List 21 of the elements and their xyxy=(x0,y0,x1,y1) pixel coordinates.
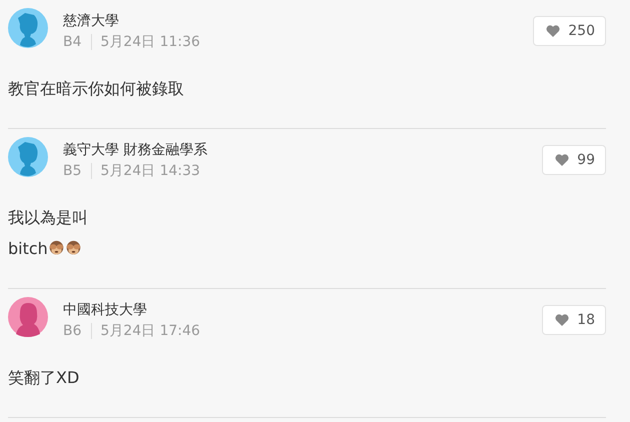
like-button[interactable]: 250 xyxy=(533,16,606,46)
like-button[interactable]: 18 xyxy=(542,305,606,335)
comment-text: 笑翻了XD xyxy=(8,367,80,389)
post-time: 5月24日 14:33 xyxy=(100,162,200,181)
heart-icon xyxy=(555,314,570,326)
heart-icon xyxy=(555,154,570,166)
school-name: 慈濟大學 xyxy=(63,12,120,31)
monkey-emoji-icon xyxy=(64,240,82,257)
floor-number: B6 xyxy=(63,322,82,341)
comment-text: 教官在暗示你如何被錄取 xyxy=(8,78,184,100)
comment-text: 我以為是叫 xyxy=(8,207,88,229)
post-time: 5月24日 17:46 xyxy=(100,322,200,341)
monkey-emoji-icon xyxy=(48,240,65,257)
school-name: 中國科技大學 xyxy=(63,301,148,320)
heart-icon xyxy=(546,25,560,37)
like-button[interactable]: 99 xyxy=(542,145,606,175)
comment-text: bitch xyxy=(8,238,48,260)
school-name: 義守大學 財務金融學系 xyxy=(63,141,208,160)
floor-number: B4 xyxy=(63,33,82,52)
floor-number: B5 xyxy=(63,162,82,181)
post-time: 5月24日 11:36 xyxy=(100,33,200,52)
